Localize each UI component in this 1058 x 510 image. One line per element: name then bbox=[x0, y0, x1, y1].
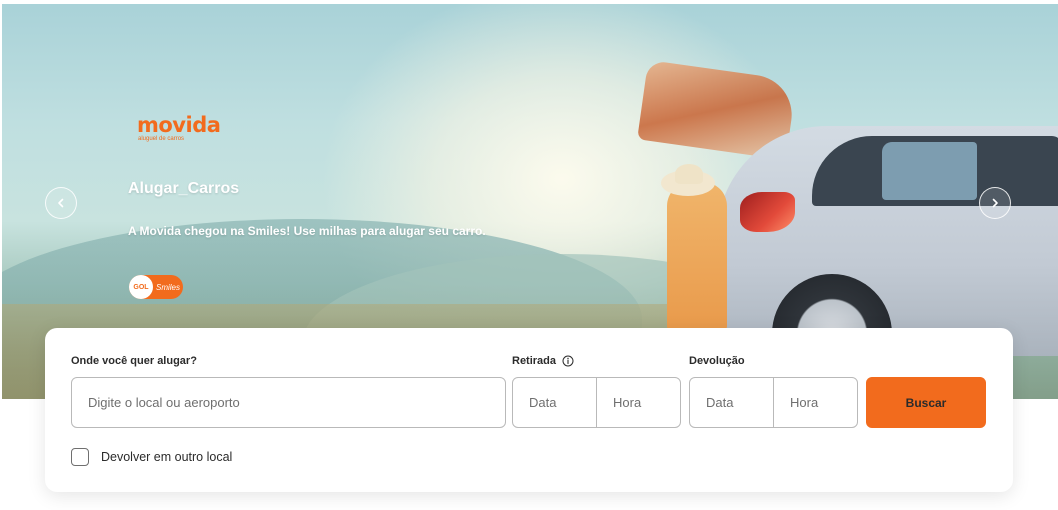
hero-title: Alugar_Carros bbox=[128, 180, 240, 197]
logo-wordmark: movida bbox=[137, 113, 221, 137]
pickup-time-field[interactable]: Hora bbox=[596, 378, 680, 427]
return-other-location-checkbox[interactable] bbox=[71, 448, 89, 466]
rental-search-card: Onde você quer alugar? Retirada Devoluçã… bbox=[45, 328, 1013, 492]
return-datetime-group: Data Hora bbox=[689, 377, 858, 428]
hero-car-taillight-image bbox=[740, 192, 795, 232]
return-other-location-label[interactable]: Devolver em outro local bbox=[101, 450, 232, 464]
return-date-field[interactable]: Data bbox=[690, 378, 773, 427]
gol-logo: GOL bbox=[129, 275, 153, 299]
location-field[interactable] bbox=[71, 377, 506, 428]
pickup-datetime-group: Data Hora bbox=[512, 377, 681, 428]
hero-person-hat-image bbox=[675, 164, 703, 184]
logo-tagline: aluguel de carros bbox=[138, 136, 185, 142]
search-button[interactable]: Buscar bbox=[866, 377, 986, 428]
chevron-right-icon bbox=[992, 198, 998, 208]
pickup-label-group: Retirada bbox=[512, 355, 574, 367]
chevron-left-icon bbox=[58, 198, 64, 208]
smiles-logo: Smiles bbox=[156, 282, 181, 292]
return-time-field[interactable]: Hora bbox=[773, 378, 857, 427]
hero-subtitle: A Movida chegou na Smiles! Use milhas pa… bbox=[128, 224, 486, 238]
location-label: Onde você quer alugar? bbox=[71, 355, 197, 367]
carousel-next-button[interactable] bbox=[979, 187, 1011, 219]
hero-car-window-image bbox=[882, 142, 977, 200]
movida-logo: movida aluguel de carros bbox=[137, 113, 221, 143]
location-input[interactable] bbox=[72, 378, 505, 427]
return-other-location-option[interactable]: Devolver em outro local bbox=[71, 448, 232, 466]
pickup-date-field[interactable]: Data bbox=[513, 378, 596, 427]
hero-person-image bbox=[667, 182, 727, 332]
info-icon[interactable] bbox=[562, 355, 574, 367]
pickup-label: Retirada bbox=[512, 355, 557, 367]
return-label: Devolução bbox=[689, 355, 745, 367]
carousel-prev-button[interactable] bbox=[45, 187, 77, 219]
gol-smiles-badge: GOL Smiles bbox=[129, 275, 183, 299]
